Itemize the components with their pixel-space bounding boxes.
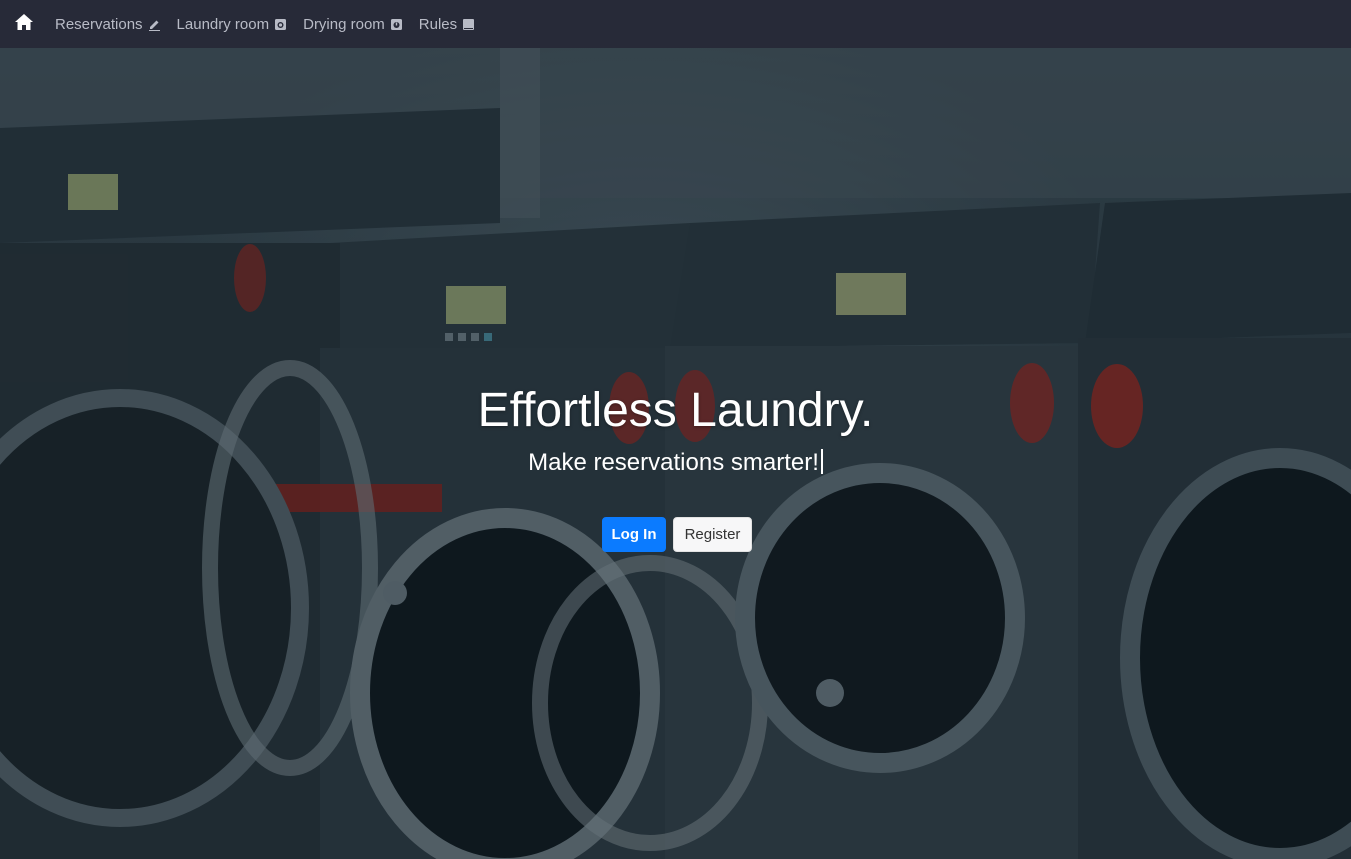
nav-link-label: Drying room bbox=[303, 15, 385, 33]
subtitle: Make reservations smarter! bbox=[0, 448, 1351, 478]
nav-link-rules[interactable]: Rules bbox=[419, 16, 475, 33]
washer-icon bbox=[274, 18, 287, 31]
book-icon bbox=[462, 18, 475, 31]
typing-caret bbox=[820, 449, 823, 474]
dryer-icon bbox=[390, 18, 403, 31]
page-title: Effortless Laundry. bbox=[477, 384, 874, 437]
nav-link-drying-room[interactable]: Drying room bbox=[303, 16, 403, 33]
nav-link-label: Reservations bbox=[55, 15, 143, 33]
login-button[interactable]: Log In bbox=[602, 517, 666, 552]
register-button[interactable]: Register bbox=[673, 517, 752, 552]
top-navbar: Reservations Laundry room Drying room Ru… bbox=[0, 0, 1351, 48]
nav-link-reservations[interactable]: Reservations bbox=[55, 16, 161, 33]
nav-link-label: Rules bbox=[418, 15, 458, 33]
nav-link-laundry-room[interactable]: Laundry room bbox=[177, 16, 288, 33]
nav-link-label: Laundry room bbox=[176, 15, 270, 33]
nav-links: Reservations Laundry room Drying room Ru… bbox=[55, 0, 491, 48]
home-icon[interactable] bbox=[14, 12, 34, 32]
subtitle-text: Make reservations smarter! bbox=[528, 449, 819, 476]
pencil-icon bbox=[148, 18, 161, 31]
hero-buttons: Log In Register bbox=[602, 517, 752, 552]
